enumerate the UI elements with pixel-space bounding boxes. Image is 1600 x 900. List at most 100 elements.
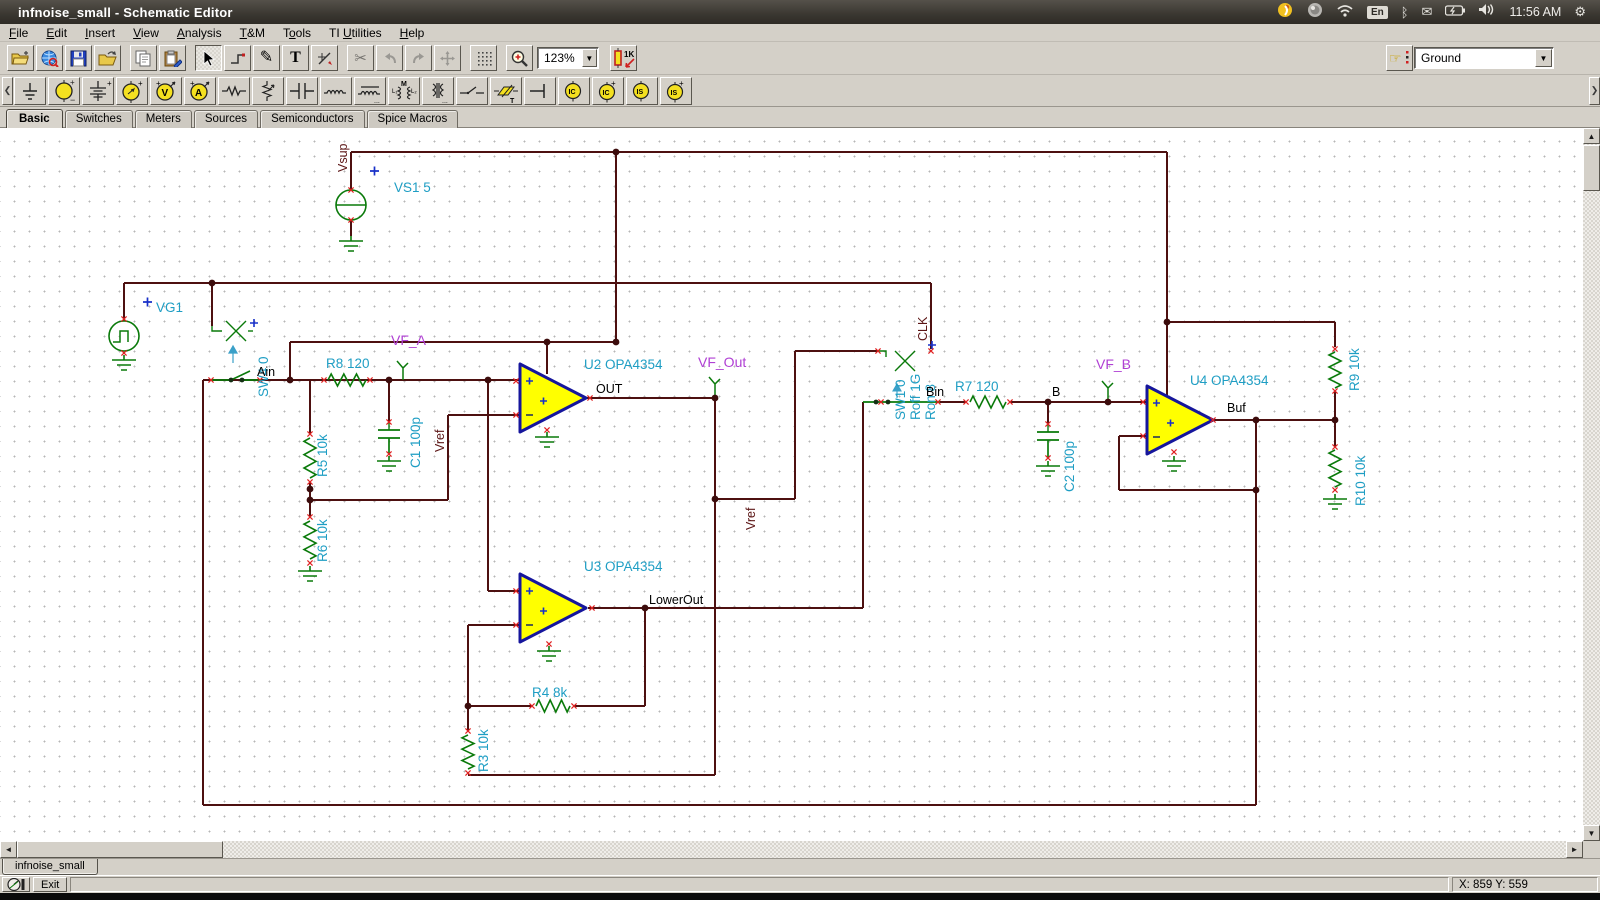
component-VS1[interactable] — [336, 167, 379, 221]
terminal-icon[interactable] — [524, 77, 556, 105]
ground-icon[interactable] — [14, 77, 46, 105]
ammeter-icon[interactable]: A+ — [184, 77, 216, 105]
probe-VF_A[interactable] — [397, 361, 408, 380]
copy-button[interactable] — [130, 45, 157, 71]
cut-button[interactable]: ✂ — [347, 45, 374, 71]
switch-icon[interactable] — [456, 77, 488, 105]
component-C1[interactable] — [378, 422, 400, 454]
point-select-button[interactable]: ☞ — [1386, 45, 1413, 71]
resistor-icon[interactable] — [218, 77, 250, 105]
menu-tools[interactable]: Tools — [274, 25, 320, 41]
component-R3[interactable] — [462, 735, 474, 769]
transformer-icon[interactable]: ... — [422, 77, 454, 105]
chevron-down-icon[interactable]: ▼ — [1535, 49, 1552, 67]
tab-basic[interactable]: Basic — [6, 109, 63, 129]
component-R4[interactable] — [536, 700, 570, 712]
menu-insert[interactable]: Insert — [76, 25, 124, 41]
clock-text[interactable]: 11:56 AM — [1509, 5, 1561, 19]
tab-spice-macros[interactable]: Spice Macros — [367, 110, 459, 128]
paste-button[interactable] — [159, 45, 186, 71]
pencil-tool-button[interactable]: ✎ — [253, 45, 280, 71]
grid-toggle-button[interactable] — [470, 45, 497, 71]
wire-tool-button[interactable] — [224, 45, 251, 71]
open-project-button[interactable] — [94, 45, 121, 71]
menu-t-m[interactable]: T&M — [231, 25, 274, 41]
potentiometer-icon[interactable] — [252, 77, 284, 105]
menu-analysis[interactable]: Analysis — [168, 25, 231, 41]
move-button[interactable] — [434, 45, 461, 71]
component-R9[interactable] — [1329, 352, 1341, 388]
document-tab[interactable]: infnoise_small — [2, 859, 98, 875]
probe-VF_B[interactable] — [1102, 381, 1113, 400]
wire-edit-tool-button[interactable] — [311, 45, 338, 71]
exit-button[interactable]: Exit — [33, 877, 67, 892]
tab-sources[interactable]: Sources — [194, 110, 258, 128]
inductor-core-icon[interactable]: ... — [354, 77, 386, 105]
bluetooth-icon[interactable]: ᛒ — [1401, 5, 1409, 20]
analysis-indicator-button[interactable] — [2, 877, 30, 892]
mail-icon[interactable]: ✉ — [1422, 4, 1433, 20]
keyboard-layout-badge[interactable]: En — [1367, 6, 1388, 19]
macro-ic-icon[interactable]: IC — [558, 77, 590, 105]
redo-button[interactable] — [405, 45, 432, 71]
component-U3[interactable] — [520, 574, 586, 642]
horizontal-scroll-thumb[interactable] — [17, 841, 223, 858]
scroll-up-button[interactable]: ▲ — [1583, 128, 1600, 144]
vertical-scroll-thumb[interactable] — [1583, 145, 1600, 191]
macro-ic-plus-icon[interactable]: IC+ — [592, 77, 624, 105]
zoom-in-button[interactable] — [506, 45, 533, 71]
scroll-down-button[interactable]: ▼ — [1583, 825, 1600, 841]
component-scroll-right-chevron[interactable]: ❯ — [1589, 77, 1600, 105]
probe-VF_Out[interactable] — [709, 377, 720, 396]
menu-edit[interactable]: Edit — [37, 25, 76, 41]
voltage-source-icon[interactable]: +− — [48, 77, 80, 105]
save-button[interactable] — [65, 45, 92, 71]
horizontal-scrollbar[interactable]: ◄ ► — [0, 841, 1583, 858]
battery-icon[interactable] — [1445, 3, 1465, 21]
component-scroll-left-chevron[interactable]: ❮ — [2, 77, 13, 105]
scroll-right-button[interactable]: ► — [1566, 841, 1583, 858]
select-cursor-button[interactable] — [195, 45, 222, 71]
app-icon[interactable] — [1276, 2, 1294, 23]
component-U4[interactable] — [1147, 386, 1213, 454]
web-export-button[interactable] — [36, 45, 63, 71]
coupled-inductors-icon[interactable]: ML₁L₂ — [388, 77, 420, 105]
inductor-icon[interactable] — [320, 77, 352, 105]
undo-button[interactable] — [376, 45, 403, 71]
macro-is-plus-icon[interactable]: IS+ — [660, 77, 692, 105]
component-U2[interactable] — [520, 364, 586, 432]
ground-select-combo[interactable]: Ground▼ — [1414, 47, 1554, 69]
tab-semiconductors[interactable]: Semiconductors — [260, 110, 364, 128]
controlled-source-icon[interactable]: T — [490, 77, 522, 105]
power-icon[interactable]: ⚙ — [1574, 4, 1586, 20]
tab-switches[interactable]: Switches — [65, 110, 133, 128]
component-SW4[interactable] — [211, 319, 262, 382]
voltmeter-icon[interactable]: V+ — [150, 77, 182, 105]
scroll-left-button[interactable]: ◄ — [0, 841, 17, 858]
toolbar-separator — [339, 45, 346, 71]
macro-is-icon[interactable]: IS — [626, 77, 658, 105]
component-VG1[interactable] — [109, 298, 152, 352]
zoom-level-combo[interactable]: 123%▼ — [537, 47, 599, 69]
menu-file[interactable]: File — [0, 25, 37, 41]
menu-help[interactable]: Help — [391, 25, 434, 41]
capacitor-icon[interactable] — [286, 77, 318, 105]
vertical-scrollbar[interactable]: ▲ ▼ — [1583, 128, 1600, 841]
volume-icon[interactable] — [1478, 3, 1496, 21]
menu-view[interactable]: View — [124, 25, 168, 41]
tab-meters[interactable]: Meters — [135, 110, 192, 128]
voltage-generator-icon[interactable]: + — [116, 77, 148, 105]
schematic-canvas[interactable]: VS1 5VG1SW4 0R8 120C1 100pR5 10kR6 10kU2… — [0, 128, 1583, 841]
component-R10[interactable] — [1329, 450, 1341, 487]
component-1k-button[interactable]: 1K — [610, 45, 637, 71]
component-R8[interactable] — [328, 374, 366, 386]
menu-ti-utilities[interactable]: TI Utilities — [320, 25, 391, 41]
component-R7[interactable] — [970, 396, 1006, 408]
wifi-icon[interactable] — [1336, 3, 1354, 22]
chevron-down-icon[interactable]: ▼ — [582, 49, 597, 67]
battery-icon[interactable]: + — [82, 77, 114, 105]
open-file-button[interactable] — [7, 45, 34, 71]
text-tool-button[interactable]: T — [282, 45, 309, 71]
component-C2[interactable] — [1037, 424, 1059, 458]
indicator-ball-icon[interactable] — [1307, 2, 1323, 23]
